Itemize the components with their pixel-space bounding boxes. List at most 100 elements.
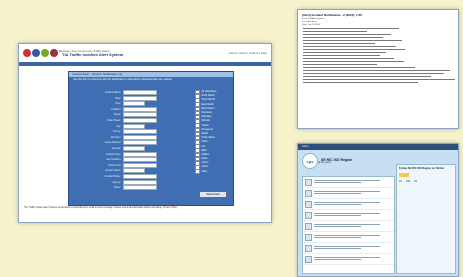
checkbox-label: Transit [201, 124, 209, 127]
form-input[interactable] [123, 118, 157, 123]
feed-post[interactable] [303, 232, 394, 243]
form-select[interactable] [123, 168, 145, 174]
post-text-line [314, 224, 381, 226]
stat-listed: 61 [414, 180, 418, 183]
form-input[interactable] [123, 174, 157, 179]
form-select[interactable] [123, 146, 145, 151]
form-field-label: Incident Type: [106, 152, 121, 156]
post-text-line [314, 180, 381, 182]
form-input[interactable] [123, 151, 157, 157]
email-meta-date: Date: Tue 10 2010 [302, 23, 320, 26]
feed-post[interactable] [303, 199, 394, 210]
footer-text: The Traffic Incident Alert System sends … [24, 207, 266, 210]
checkbox-label: Other [201, 170, 208, 173]
form-row: Notes: [73, 185, 157, 191]
privacy-link[interactable]: Privacy Policy [163, 207, 177, 209]
form-field-label: Detour Info: [108, 163, 122, 167]
checkbox-icon[interactable] [195, 169, 200, 174]
agency-logo-icon [32, 49, 40, 57]
follow-button[interactable] [399, 173, 409, 177]
checkbox-label: Public Works [201, 137, 215, 140]
profile-handle: @TIA_alerts [318, 162, 331, 164]
avatar[interactable]: cps [302, 153, 318, 169]
form-intro: Use this form to submit an alert for dis… [73, 78, 173, 81]
top-links[interactable]: Home | Alerts | Submit | Help [229, 51, 267, 55]
form-row: Incident Type: [73, 151, 157, 157]
post-text-line [314, 246, 381, 248]
submit-alert-button[interactable]: Submit Alert [199, 191, 227, 198]
stat-following: 21 [399, 180, 402, 183]
feed-post[interactable] [303, 188, 394, 199]
post-text-line [314, 193, 361, 195]
email-text-line [303, 30, 367, 33]
post-text-line [314, 182, 361, 184]
email-text-line [303, 57, 395, 60]
post-avatar-icon [305, 201, 312, 208]
traffic-alert-form-screenshot: Berkeley Ave Community Traffic Alerts TI… [18, 43, 272, 223]
form-input[interactable] [123, 95, 157, 101]
form-input[interactable] [123, 157, 157, 163]
social-feed [302, 176, 395, 274]
checkbox-label: Library [201, 162, 209, 165]
form-row: Street: [73, 112, 157, 118]
form-row: Incident Name: [73, 90, 157, 95]
form-select[interactable] [123, 123, 145, 129]
form-select[interactable] [123, 101, 145, 107]
form-input[interactable] [123, 140, 157, 146]
feed-post[interactable] [303, 210, 394, 221]
post-text [314, 245, 392, 252]
form-input[interactable] [123, 106, 157, 112]
form-field-label: Lanes Affected: [104, 141, 121, 145]
feed-post[interactable] [303, 254, 394, 265]
email-text-line [303, 33, 391, 36]
post-text [314, 223, 392, 230]
form-input[interactable] [123, 90, 157, 95]
form-field-label: Location: [111, 107, 121, 111]
checkbox-label: Emergency [201, 128, 214, 131]
agency-logo-icon [23, 49, 31, 57]
post-avatar-icon [305, 245, 312, 252]
post-text-line [314, 215, 361, 217]
post-text-line [314, 204, 361, 206]
profile-stats: 21 154 61 [397, 178, 455, 185]
checkbox-label: South District [201, 99, 216, 102]
email-text-line [303, 45, 396, 48]
form-field-label: Agency: [112, 180, 121, 184]
district-checkbox[interactable]: Other [195, 169, 229, 174]
form-input[interactable] [123, 134, 157, 140]
checkbox-label: North District [201, 95, 215, 98]
checkbox-label: West District [201, 107, 215, 110]
form-row: Location: [73, 106, 157, 112]
email-text-line [303, 36, 383, 39]
checkbox-label: Admin [201, 166, 209, 169]
form-row: Contact Phone: [73, 174, 157, 179]
form-input[interactable] [123, 112, 157, 118]
post-avatar-icon [305, 212, 312, 219]
sidebar-title: Follow SE R/C ISD Region on Twitter [399, 167, 445, 170]
site-header: Berkeley Ave Community Traffic Alerts TI… [19, 44, 271, 62]
post-text-line [314, 248, 361, 250]
checkbox-label: Schools [201, 120, 210, 123]
post-text-line [314, 202, 381, 204]
email-text-line [303, 42, 375, 45]
form-row: Cross Street: [73, 118, 157, 123]
alert-form: Incident Alert - System Notification (1)… [68, 71, 234, 206]
form-input[interactable] [123, 185, 157, 191]
post-text-line [314, 257, 381, 259]
checkbox-label: Police [201, 141, 208, 144]
feed-post[interactable] [303, 243, 394, 254]
feed-post[interactable] [303, 221, 394, 232]
form-row: Time: [73, 101, 145, 107]
form-field-label: Time: [115, 102, 121, 106]
form-input[interactable] [123, 129, 157, 135]
form-row: Detour Info: [73, 162, 157, 168]
form-field-label: City: [116, 124, 121, 128]
form-input[interactable] [123, 179, 157, 185]
form-row: Lanes Affected: [73, 140, 157, 146]
footer-body: The Traffic Incident Alert System sends … [24, 207, 163, 209]
checkbox-label: Fire [201, 145, 206, 148]
form-input[interactable] [123, 162, 157, 168]
form-row: County: [73, 129, 157, 135]
feed-post[interactable] [303, 177, 394, 188]
form-row: City: [73, 123, 145, 129]
